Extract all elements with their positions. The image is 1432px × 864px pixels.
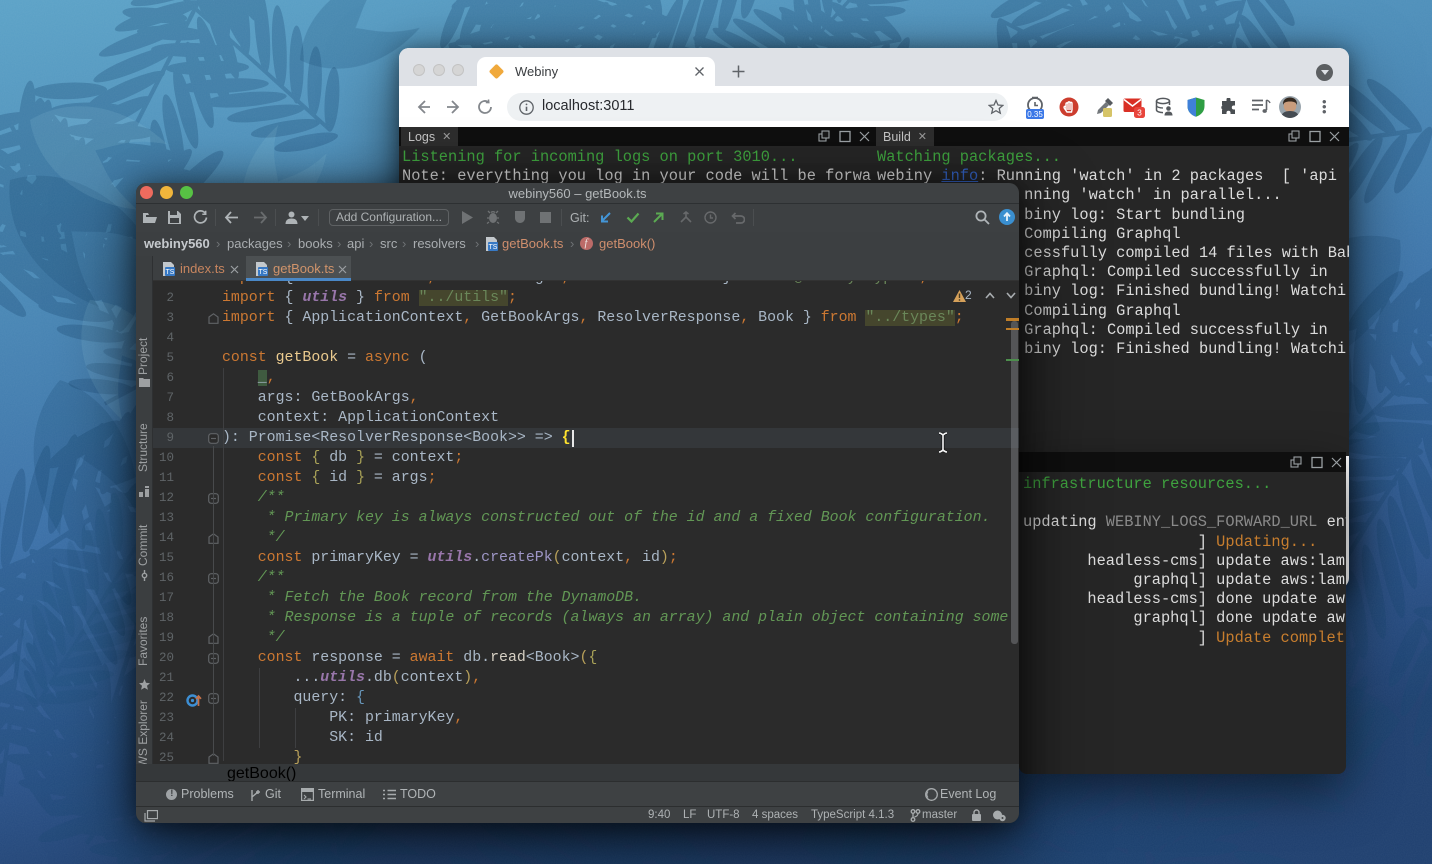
svg-text:TS: TS [489,244,498,251]
svg-text:TS: TS [166,269,175,276]
svg-text:3: 3 [1137,108,1142,118]
svg-text:TS: TS [259,269,268,276]
svg-text:0.35: 0.35 [1027,110,1043,119]
